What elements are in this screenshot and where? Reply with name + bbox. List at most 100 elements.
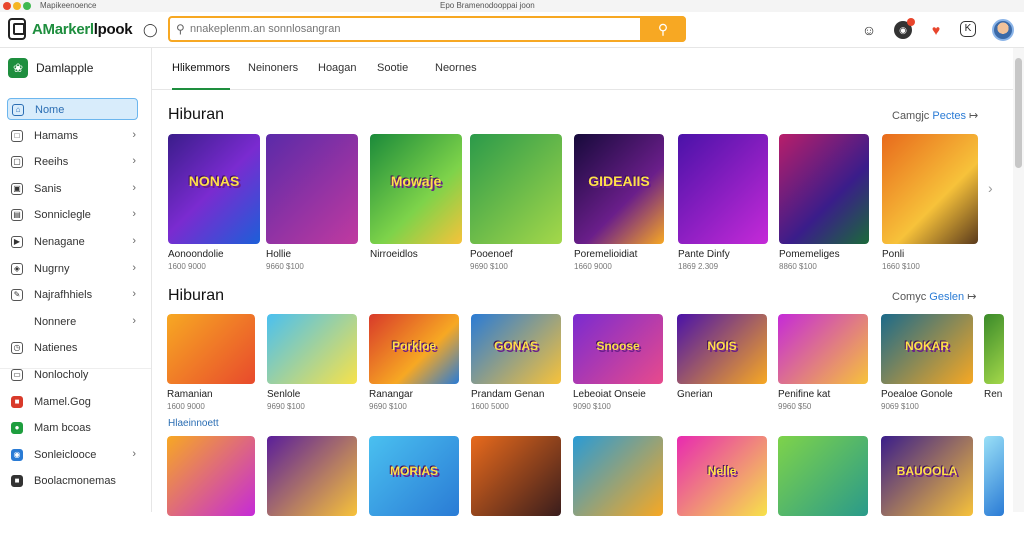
tab-3[interactable]: Sootie bbox=[377, 62, 408, 74]
maximize-window-button[interactable] bbox=[23, 2, 31, 10]
tab-1[interactable]: Neinoners bbox=[248, 62, 298, 74]
page-scrollbar[interactable] bbox=[1013, 48, 1024, 512]
tab-0[interactable]: Hlikemmors bbox=[172, 62, 231, 90]
game-title[interactable]: Ranangar bbox=[369, 389, 413, 400]
game-thumbnail[interactable] bbox=[778, 436, 868, 516]
game-thumbnail[interactable]: Mowaje bbox=[370, 134, 462, 244]
game-thumbnail[interactable] bbox=[267, 436, 357, 516]
game-card[interactable]: Hollie 9660 $100 bbox=[266, 134, 358, 278]
game-title[interactable]: Ponli bbox=[882, 249, 904, 260]
brand-name[interactable]: AMarkerllpook bbox=[32, 21, 133, 38]
game-title[interactable]: Pante Dinfy bbox=[678, 249, 730, 260]
section-link-0[interactable]: Camgjc Pectes ↦ bbox=[892, 109, 978, 122]
game-thumbnail[interactable]: GONAS bbox=[471, 314, 561, 384]
sidebar-item-5[interactable]: ▶ Nenagane › bbox=[7, 231, 138, 253]
chevron-right-icon[interactable]: › bbox=[988, 180, 993, 196]
store-logo-icon[interactable] bbox=[8, 18, 26, 40]
heart-icon[interactable]: ♥ bbox=[927, 21, 945, 39]
game-thumbnail[interactable]: NONAS bbox=[168, 134, 260, 244]
game-title[interactable]: Poealoe Gonole bbox=[881, 389, 953, 400]
tab-2[interactable]: Hoagan bbox=[318, 62, 357, 74]
game-thumbnail[interactable] bbox=[573, 436, 663, 516]
game-card[interactable]: Pooenoef 9690 $100 bbox=[470, 134, 562, 278]
sidebar-item-4[interactable]: ▤ Sonniclegle › bbox=[7, 204, 138, 226]
game-title[interactable]: Pomemeliges bbox=[779, 249, 840, 260]
sidebar-item-14[interactable]: ■ Boolacmonemas bbox=[7, 470, 138, 492]
game-card[interactable]: Ren bbox=[984, 314, 1004, 418]
header-button-0[interactable]: Ueln bbox=[771, 56, 813, 80]
game-thumbnail[interactable]: NOKAR bbox=[881, 314, 973, 384]
avatar[interactable] bbox=[992, 19, 1014, 41]
game-card[interactable]: Senlole 9690 $100 bbox=[267, 314, 357, 418]
header-button-2[interactable]: Foam bbox=[870, 56, 922, 80]
game-thumbnail[interactable] bbox=[778, 314, 868, 384]
game-thumbnail[interactable] bbox=[882, 134, 978, 244]
sidebar-item-13[interactable]: ◉ Sonleiclooce › bbox=[7, 444, 138, 466]
game-title[interactable]: Ren bbox=[984, 389, 1002, 400]
user-icon[interactable]: ☺ bbox=[860, 21, 878, 39]
game-card[interactable]: NOIS Gnerian bbox=[677, 314, 767, 418]
help-icon[interactable]: K bbox=[960, 21, 976, 37]
game-thumbnail[interactable] bbox=[471, 436, 561, 516]
game-thumbnail[interactable] bbox=[167, 436, 255, 516]
game-thumbnail[interactable] bbox=[984, 314, 1004, 384]
game-card[interactable]: Mowaje Nirroeidlos bbox=[370, 134, 462, 278]
game-card[interactable]: Pante Dinfy 1869 2.309 bbox=[678, 134, 768, 278]
game-title[interactable]: Pooenoef bbox=[470, 249, 513, 260]
game-thumbnail[interactable] bbox=[266, 134, 358, 244]
game-thumbnail[interactable] bbox=[984, 436, 1004, 516]
section-link-1[interactable]: Comyc Geslen ↦ bbox=[892, 290, 976, 303]
scrollbar-thumb[interactable] bbox=[1015, 58, 1022, 168]
game-title[interactable]: Gnerian bbox=[677, 389, 713, 400]
sidebar-item-11[interactable]: ■ Mamel.Gog bbox=[7, 391, 138, 413]
sidebar-item-12[interactable]: ● Mam bcoas bbox=[7, 417, 138, 439]
game-title[interactable]: Prandam Genan bbox=[471, 389, 544, 400]
game-thumbnail[interactable]: NOIS bbox=[677, 314, 767, 384]
search-input[interactable] bbox=[190, 21, 630, 37]
tab-4[interactable]: Neornes bbox=[435, 62, 477, 74]
game-card[interactable]: Porkloe Ranangar 9690 $100 bbox=[369, 314, 459, 418]
header-button-1[interactable]: Goma bbox=[816, 56, 866, 80]
game-thumbnail[interactable]: Snoose bbox=[573, 314, 663, 384]
sidebar-item-9[interactable]: ◷ Natienes bbox=[7, 337, 138, 359]
game-card[interactable]: Snoose Lebeoiat Onseie 9090 $100 bbox=[573, 314, 663, 418]
game-card[interactable]: Penifine kat 9960 $50 bbox=[778, 314, 868, 418]
sidebar-item-0[interactable]: ⌂ Nome bbox=[7, 98, 138, 120]
game-card[interactable]: GIDEAIIS Poremelioidiat 1660 9000 bbox=[574, 134, 664, 278]
sidebar-item-7[interactable]: ✎ Najrafhhiels › bbox=[7, 284, 138, 306]
search-button[interactable]: ⚲ bbox=[640, 16, 686, 42]
game-card[interactable]: NONAS Aonoondolie 1600 9000 bbox=[168, 134, 260, 278]
game-title[interactable]: Penifine kat bbox=[778, 389, 830, 400]
game-title[interactable]: Aonoondolie bbox=[168, 249, 224, 260]
game-thumbnail[interactable] bbox=[267, 314, 357, 384]
game-thumbnail[interactable]: Nelle bbox=[677, 436, 767, 516]
game-thumbnail[interactable]: GIDEAIIS bbox=[574, 134, 664, 244]
game-card[interactable]: Nelle bbox=[677, 436, 767, 550]
chat-icon[interactable]: ◯ bbox=[143, 22, 158, 38]
game-title[interactable]: Ramanian bbox=[167, 389, 213, 400]
game-card[interactable]: Ponli 1660 $100 bbox=[882, 134, 978, 278]
close-window-button[interactable] bbox=[3, 2, 11, 10]
game-card[interactable] bbox=[573, 436, 663, 550]
game-card[interactable]: Pomemeliges 8860 $100 bbox=[779, 134, 869, 278]
game-card[interactable]: Ramanian 1600 9000 bbox=[167, 314, 255, 418]
game-title[interactable]: Lebeoiat Onseie bbox=[573, 389, 646, 400]
sidebar-item-3[interactable]: ▣ Sanis › bbox=[7, 178, 138, 200]
sidebar-item-8[interactable]: Nonnere › bbox=[7, 311, 138, 333]
section-sub-label[interactable]: Hlaeinnoett bbox=[168, 418, 219, 429]
notification-icon[interactable]: ◉ bbox=[894, 18, 915, 39]
game-card[interactable]: GONAS Prandam Genan 1600 5000 bbox=[471, 314, 561, 418]
sidebar-item-1[interactable]: □ Hamams › bbox=[7, 125, 138, 147]
header-button-3[interactable]: Ueeme bbox=[932, 56, 991, 80]
sidebar-header[interactable]: ❀ Damlapple bbox=[8, 58, 148, 78]
game-card[interactable] bbox=[778, 436, 868, 550]
game-thumbnail[interactable]: Porkloe bbox=[369, 314, 459, 384]
game-title[interactable]: Poremelioidiat bbox=[574, 249, 637, 260]
game-card[interactable]: MORIAS bbox=[369, 436, 459, 550]
game-card[interactable] bbox=[471, 436, 561, 550]
game-thumbnail[interactable]: BAUOOLA bbox=[881, 436, 973, 516]
game-title[interactable]: Senlole bbox=[267, 389, 300, 400]
game-thumbnail[interactable]: MORIAS bbox=[369, 436, 459, 516]
game-card[interactable]: NOKAR Poealoe Gonole 9069 $100 bbox=[881, 314, 973, 418]
game-card[interactable] bbox=[167, 436, 255, 550]
